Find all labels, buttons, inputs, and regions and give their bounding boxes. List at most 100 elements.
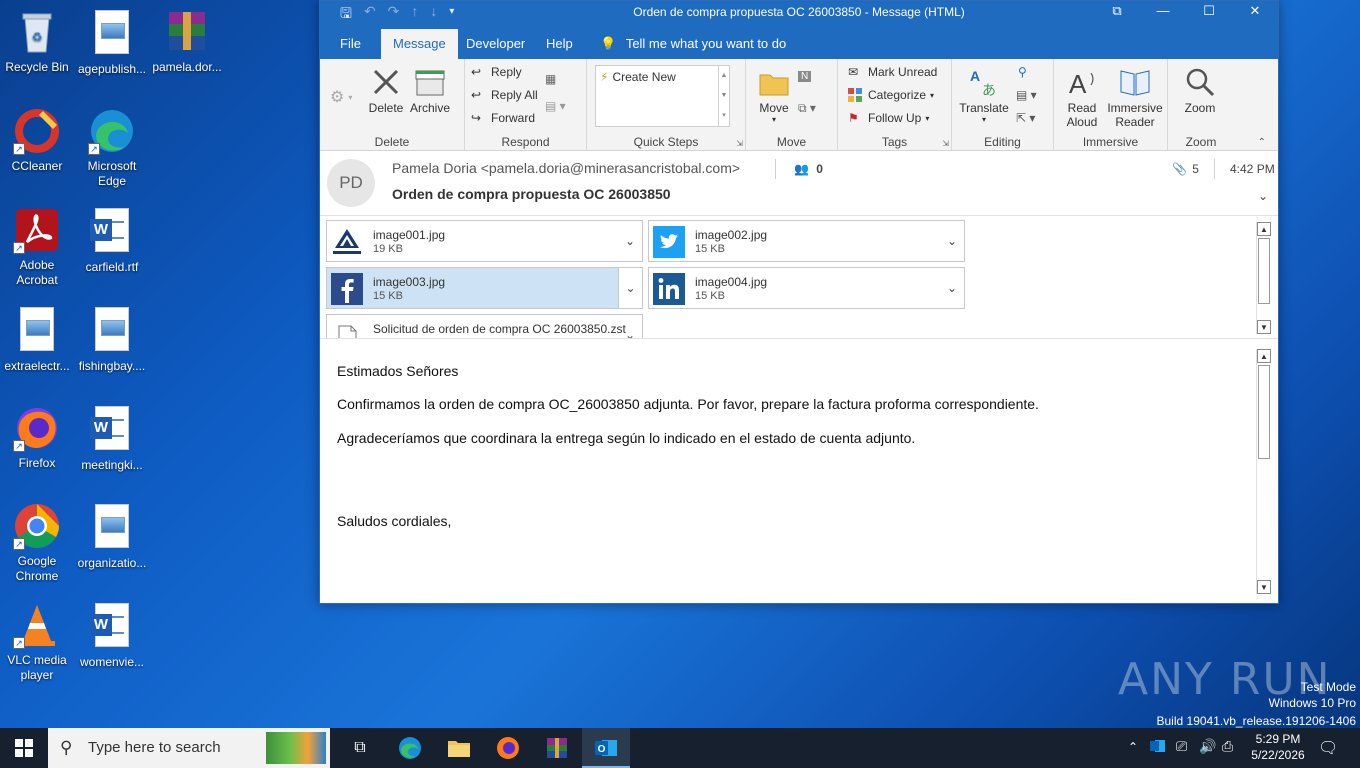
avatar[interactable]: PD	[327, 159, 375, 207]
message-header: PD Pamela Doria <pamela.doria@minerasanc…	[320, 151, 1278, 216]
archive-button[interactable]: Archive	[407, 65, 453, 115]
scrollbar-thumb[interactable]	[1258, 238, 1270, 304]
tray-outlook-icon[interactable]	[1150, 738, 1166, 757]
image-file-icon	[88, 307, 136, 355]
quick-steps-scroll[interactable]: ▲ ▼ ▾	[718, 65, 730, 127]
reply-all-icon: ↩	[471, 88, 482, 102]
taskbar-outlook[interactable]: O	[582, 728, 630, 768]
desktop-icon-vlc[interactable]: ↗ VLC media player	[0, 601, 74, 683]
task-view-button[interactable]: ⧉	[336, 728, 384, 768]
desktop-icon-organizatio[interactable]: organizatio...	[75, 502, 149, 571]
desktop-icon-chrome[interactable]: ↗ Google Chrome	[0, 502, 74, 584]
desktop-icon-ccleaner[interactable]: ↗ CCleaner	[0, 107, 74, 174]
forward-button[interactable]: ↪ Forward	[471, 111, 535, 125]
desktop-icon-edge[interactable]: ↗ Microsoft Edge	[75, 107, 149, 189]
immersive-reader-button[interactable]: Immersive Reader	[1104, 65, 1166, 129]
quick-steps-gallery[interactable]: ⚡ Create New	[595, 65, 727, 127]
attachment-item[interactable]: image002.jpg 15 KB ⌄	[648, 220, 965, 262]
chevron-down-icon[interactable]: ⌄	[618, 221, 642, 261]
chevron-down-icon[interactable]: ⌄	[940, 268, 964, 308]
watermark-test-mode: Test Mode	[1300, 680, 1356, 694]
tab-developer[interactable]: Developer	[454, 29, 537, 59]
more-respond-button[interactable]: ▤ ▾	[545, 99, 566, 113]
desktop-icon-agepublish[interactable]: agepublish...	[75, 8, 149, 77]
volume-icon[interactable]: 🔊	[1199, 738, 1216, 755]
reply-all-label: Reply All	[491, 88, 538, 102]
related-button[interactable]: ▤ ▾	[1016, 88, 1037, 102]
notifications-icon[interactable]: 🗨	[1318, 738, 1338, 758]
tab-file[interactable]: File	[328, 29, 373, 59]
desktop-icon-recycle-bin[interactable]: ♻ Recycle Bin	[0, 8, 74, 75]
attachment-item-selected[interactable]: image003.jpg 15 KB ⌄	[326, 267, 643, 309]
collapse-ribbon-icon[interactable]: ⌃	[1258, 137, 1266, 148]
follow-up-label: Follow Up	[868, 111, 922, 125]
desktop-icon-extraelectr[interactable]: extraelectr...	[0, 305, 74, 374]
categorize-button[interactable]: Categorize ▾	[848, 88, 934, 102]
create-new-quick-step[interactable]: ⚡ Create New	[600, 70, 676, 84]
chevron-down-icon[interactable]: ⌄	[618, 268, 642, 308]
actions-button[interactable]: ⧉ ▾	[798, 101, 816, 116]
image-file-icon	[13, 307, 61, 355]
desktop-icon-carfield[interactable]: W carfield.rtf	[75, 206, 149, 275]
sender[interactable]: Pamela Doria <pamela.doria@minerasancris…	[392, 160, 740, 176]
taskbar-search-box[interactable]: ⚲ Type here to search	[48, 728, 330, 768]
minimize-icon[interactable]: —	[1140, 1, 1186, 23]
mark-unread-button[interactable]: ✉ Mark Unread	[848, 65, 937, 79]
tab-message[interactable]: Message	[381, 29, 458, 59]
expand-header-icon[interactable]: ⌄	[1258, 189, 1268, 203]
zoom-button[interactable]: Zoom	[1180, 65, 1220, 115]
ignore-button[interactable]: ⚙ ▾	[330, 87, 352, 107]
taskbar-file-explorer[interactable]	[435, 728, 483, 768]
search-placeholder: Type here to search	[88, 739, 221, 756]
watermark-build: Build 19041.vb_release.191206-1406	[1156, 714, 1357, 728]
mark-unread-label: Mark Unread	[868, 65, 938, 79]
select-button[interactable]: ⇱ ▾	[1016, 111, 1035, 125]
meeting-reply-button[interactable]: ▦	[545, 72, 556, 86]
delete-button[interactable]: Delete	[365, 65, 407, 115]
scroll-up-icon[interactable]: ▲	[1257, 349, 1271, 363]
body-scrollbar[interactable]: ▲ ▼	[1256, 349, 1271, 594]
dialog-launcher-icon[interactable]: ⇲	[942, 139, 949, 148]
tray-meet-icon[interactable]: ⎚	[1176, 738, 1187, 755]
scroll-down-icon[interactable]: ▼	[1257, 320, 1271, 334]
chevron-down-icon[interactable]: ⌄	[618, 315, 642, 338]
scroll-up-icon[interactable]: ▲	[1257, 222, 1271, 236]
scroll-down-icon[interactable]: ▼	[1257, 580, 1271, 594]
attachment-item[interactable]: image001.jpg 19 KB ⌄	[326, 220, 643, 262]
tab-help[interactable]: Help	[534, 29, 585, 59]
taskbar-firefox[interactable]	[484, 728, 532, 768]
show-hidden-icons[interactable]: ⌃	[1128, 740, 1138, 754]
move-button[interactable]: Move ▾	[754, 65, 794, 124]
read-aloud-button[interactable]: A Read Aloud	[1060, 65, 1104, 129]
taskbar-edge[interactable]	[386, 728, 434, 768]
dialog-launcher-icon[interactable]: ⇲	[736, 139, 743, 148]
network-icon[interactable]: ⎙	[1222, 738, 1233, 755]
body-closing: Saludos cordiales,	[337, 513, 452, 529]
maximize-icon[interactable]: ☐	[1186, 1, 1232, 23]
find-button[interactable]: ⚲	[1018, 65, 1027, 79]
attachment-item[interactable]: Solicitud de orden de compra OC 26003850…	[326, 314, 643, 338]
desktop-icon-fishingbay[interactable]: fishingbay....	[75, 305, 149, 374]
attachments-scrollbar[interactable]: ▲ ▼	[1256, 222, 1271, 334]
attachment-item[interactable]: image004.jpg 15 KB ⌄	[648, 267, 965, 309]
chevron-down-icon[interactable]: ⌄	[940, 221, 964, 261]
start-button[interactable]	[0, 728, 48, 768]
attachment-indicator[interactable]: 📎 5	[1172, 162, 1199, 176]
scrollbar-thumb[interactable]	[1258, 365, 1270, 459]
reply-all-button[interactable]: ↩ Reply All	[471, 88, 538, 102]
reply-button[interactable]: ↩ Reply	[471, 65, 522, 79]
onenote-button[interactable]: N	[798, 71, 812, 82]
tell-me-box[interactable]: 💡 Tell me what you want to do	[588, 29, 798, 59]
people-indicator[interactable]: 👥 0	[794, 162, 823, 176]
taskbar-winrar[interactable]	[533, 728, 581, 768]
desktop-icon-meetingki[interactable]: W meetingki...	[75, 404, 149, 473]
ribbon-display-options-icon[interactable]: ⧉	[1094, 1, 1140, 23]
desktop-icon-pamela-archive[interactable]: pamela.dor...	[150, 8, 224, 75]
desktop-icon-firefox[interactable]: ↗ Firefox	[0, 404, 74, 471]
translate-button[interactable]: Aあ Translate ▾	[956, 65, 1012, 124]
desktop-icon-womenvie[interactable]: W womenvie...	[75, 601, 149, 670]
follow-up-button[interactable]: ⚑ Follow Up ▾	[848, 111, 929, 125]
desktop-icon-acrobat[interactable]: ↗ Adobe Acrobat	[0, 206, 74, 288]
clock[interactable]: 5:29 PM 5/22/2026	[1250, 732, 1306, 762]
close-icon[interactable]: ✕	[1232, 1, 1278, 23]
